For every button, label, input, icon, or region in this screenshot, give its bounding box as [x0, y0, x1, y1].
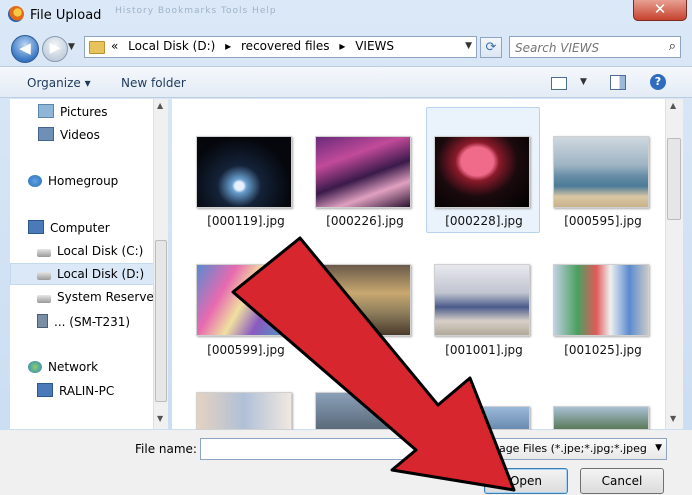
- search-input[interactable]: [513, 38, 657, 58]
- file-type-filter-value: Image Files (*.jpe;*.jpg;*.jpeg: [485, 442, 647, 455]
- image-thumbnail[interactable]: [553, 264, 649, 336]
- breadcrumb-separator[interactable]: ▸: [225, 39, 231, 53]
- image-thumbnail[interactable]: [196, 392, 292, 430]
- sidebar-item-ralin-pc[interactable]: RALIN-PC: [37, 383, 114, 398]
- image-thumbnail[interactable]: [196, 136, 292, 208]
- sidebar-scroll-thumb[interactable]: [155, 240, 167, 402]
- title-bar: File Upload History Bookmarks Tools Help…: [0, 0, 692, 32]
- pictures-icon: [38, 104, 54, 118]
- new-folder-button[interactable]: New folder: [121, 76, 186, 90]
- address-bar[interactable]: « Local Disk (D:) ▸ recovered files ▸ VI…: [84, 36, 477, 58]
- sidebar-item-sm-t231[interactable]: ... (SM-T231): [37, 314, 130, 329]
- computer-icon: [28, 220, 44, 234]
- scroll-down-icon[interactable]: ▼: [157, 414, 163, 423]
- image-thumbnail[interactable]: [196, 264, 292, 336]
- drive-icon: [37, 272, 51, 280]
- image-thumbnail[interactable]: [315, 136, 411, 208]
- scroll-up-icon[interactable]: ▲: [670, 101, 676, 110]
- sidebar-item-label: System Reserved: [57, 290, 153, 304]
- file-name-label[interactable]: [000226].jpg: [305, 214, 425, 228]
- back-button[interactable]: ◀: [11, 35, 39, 63]
- sidebar-item-homegroup[interactable]: Homegroup: [28, 174, 118, 188]
- scroll-down-icon[interactable]: ▼: [670, 414, 676, 423]
- sidebar-item-system-reserved[interactable]: System Reserved: [37, 290, 153, 304]
- recent-pages-dropdown[interactable]: ▼: [68, 42, 75, 52]
- sidebar-item-label: Computer: [50, 221, 110, 235]
- help-button[interactable]: ?: [650, 74, 666, 90]
- file-name-label: File name:: [135, 442, 197, 456]
- image-thumbnail[interactable]: [553, 406, 649, 430]
- sidebar-item-videos[interactable]: Videos: [38, 127, 100, 142]
- command-bar: [0, 66, 692, 98]
- homegroup-icon: [28, 175, 42, 187]
- refresh-button[interactable]: ⟳: [480, 37, 502, 58]
- sidebar-item-label: Videos: [60, 128, 100, 142]
- file-name-label[interactable]: [000599].jpg: [186, 343, 306, 357]
- firefox-icon: [8, 6, 24, 22]
- file-name-label[interactable]: [001025].jpg: [543, 343, 663, 357]
- videos-icon: [38, 127, 54, 141]
- chevron-down-icon[interactable]: ▼: [655, 443, 662, 453]
- breadcrumb-local-disk-d[interactable]: Local Disk (D:): [128, 39, 215, 53]
- sidebar-item-label: RALIN-PC: [59, 384, 115, 398]
- drive-icon: [37, 249, 51, 257]
- scroll-up-icon[interactable]: ▲: [157, 101, 163, 110]
- folder-icon: [89, 41, 105, 54]
- file-name-label[interactable]: [000595].jpg: [543, 214, 663, 228]
- search-box[interactable]: ⌕: [509, 36, 681, 58]
- image-thumbnail[interactable]: [315, 264, 411, 336]
- file-list-scroll-thumb[interactable]: [667, 138, 681, 220]
- background-menu-text: History Bookmarks Tools Help: [115, 6, 277, 16]
- open-button[interactable]: Open: [484, 468, 568, 494]
- sidebar-item-local-disk-d[interactable]: Local Disk (D:): [37, 267, 144, 281]
- window-title: File Upload: [30, 8, 102, 23]
- sidebar-item-network[interactable]: Network: [28, 360, 98, 374]
- sidebar-item-label: Local Disk (D:): [57, 267, 145, 281]
- organize-button[interactable]: Organize ▾: [27, 76, 91, 90]
- view-options-dropdown[interactable]: ▼: [580, 77, 587, 87]
- cancel-button[interactable]: Cancel: [580, 468, 664, 494]
- sidebar-item-label: Homegroup: [48, 174, 119, 188]
- sidebar-item-pictures[interactable]: Pictures: [38, 104, 108, 119]
- image-thumbnail[interactable]: [434, 406, 530, 430]
- search-icon[interactable]: ⌕: [669, 39, 676, 54]
- breadcrumb: « Local Disk (D:) ▸ recovered files ▸ VI…: [111, 39, 400, 53]
- sidebar-item-label: Local Disk (C:): [57, 244, 144, 258]
- sidebar-item-local-disk-c[interactable]: Local Disk (C:): [37, 244, 143, 258]
- image-thumbnail[interactable]: [434, 264, 530, 336]
- device-icon: [37, 314, 48, 328]
- change-view-icon[interactable]: [551, 77, 567, 90]
- file-upload-dialog: File Upload History Bookmarks Tools Help…: [0, 0, 692, 495]
- image-thumbnail[interactable]: [315, 392, 411, 430]
- network-icon: [28, 361, 42, 373]
- sidebar-item-computer[interactable]: Computer: [28, 220, 110, 235]
- image-thumbnail[interactable]: [434, 136, 530, 208]
- chevron-down-icon[interactable]: ▼: [465, 41, 472, 51]
- breadcrumb-separator[interactable]: ▸: [339, 39, 345, 53]
- pc-icon: [37, 383, 53, 397]
- preview-pane-icon[interactable]: [610, 75, 626, 90]
- file-name-label[interactable]: [000228].jpg: [424, 214, 544, 228]
- image-thumbnail[interactable]: [553, 136, 649, 208]
- drive-icon: [37, 295, 51, 303]
- file-name-label[interactable]: [001001].jpg: [424, 343, 544, 357]
- sidebar-item-label: Pictures: [60, 105, 108, 119]
- file-name-input[interactable]: [200, 438, 476, 460]
- file-name-label[interactable]: [000119].jpg: [186, 214, 306, 228]
- file-type-filter[interactable]: Image Files (*.jpe;*.jpg;*.jpeg ▼: [481, 438, 667, 460]
- sidebar-item-label: ... (SM-T231): [54, 315, 131, 329]
- sidebar-item-label: Network: [48, 360, 99, 374]
- breadcrumb-overflow[interactable]: «: [111, 39, 118, 53]
- breadcrumb-recovered-files[interactable]: recovered files: [241, 39, 330, 53]
- forward-button[interactable]: ▶: [42, 36, 68, 62]
- close-button[interactable]: ✕: [633, 0, 687, 21]
- breadcrumb-views[interactable]: VIEWS: [355, 39, 394, 53]
